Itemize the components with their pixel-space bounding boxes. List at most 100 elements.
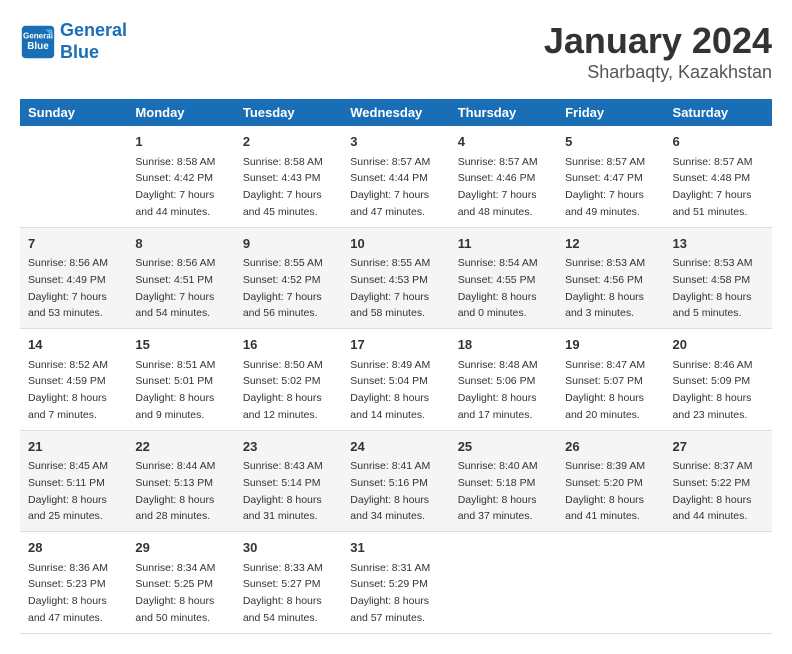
day-info: Sunrise: 8:53 AMSunset: 4:56 PMDaylight:… (565, 257, 645, 319)
table-row: 16 Sunrise: 8:50 AMSunset: 5:02 PMDaylig… (235, 329, 342, 431)
calendar-week-row: 1 Sunrise: 8:58 AMSunset: 4:42 PMDayligh… (20, 126, 772, 227)
day-info: Sunrise: 8:57 AMSunset: 4:47 PMDaylight:… (565, 156, 645, 218)
day-info: Sunrise: 8:50 AMSunset: 5:02 PMDaylight:… (243, 359, 323, 421)
day-number: 3 (350, 132, 441, 152)
calendar-week-row: 14 Sunrise: 8:52 AMSunset: 4:59 PMDaylig… (20, 329, 772, 431)
table-row: 21 Sunrise: 8:45 AMSunset: 5:11 PMDaylig… (20, 430, 127, 532)
day-info: Sunrise: 8:34 AMSunset: 5:25 PMDaylight:… (135, 562, 215, 624)
table-row: 30 Sunrise: 8:33 AMSunset: 5:27 PMDaylig… (235, 532, 342, 634)
day-number: 12 (565, 234, 656, 254)
day-number: 14 (28, 335, 119, 355)
day-number: 6 (673, 132, 764, 152)
day-number: 1 (135, 132, 226, 152)
day-number: 24 (350, 437, 441, 457)
page-header: General Blue General Blue January 2024 S… (20, 20, 772, 83)
day-number: 21 (28, 437, 119, 457)
day-info: Sunrise: 8:55 AMSunset: 4:52 PMDaylight:… (243, 257, 323, 319)
calendar-week-row: 28 Sunrise: 8:36 AMSunset: 5:23 PMDaylig… (20, 532, 772, 634)
day-info: Sunrise: 8:33 AMSunset: 5:27 PMDaylight:… (243, 562, 323, 624)
table-row (557, 532, 664, 634)
table-row: 9 Sunrise: 8:55 AMSunset: 4:52 PMDayligh… (235, 227, 342, 329)
day-number: 22 (135, 437, 226, 457)
table-row: 26 Sunrise: 8:39 AMSunset: 5:20 PMDaylig… (557, 430, 664, 532)
day-number: 23 (243, 437, 334, 457)
day-info: Sunrise: 8:51 AMSunset: 5:01 PMDaylight:… (135, 359, 215, 421)
day-info: Sunrise: 8:36 AMSunset: 5:23 PMDaylight:… (28, 562, 108, 624)
table-row: 13 Sunrise: 8:53 AMSunset: 4:58 PMDaylig… (665, 227, 772, 329)
day-number: 5 (565, 132, 656, 152)
table-row: 17 Sunrise: 8:49 AMSunset: 5:04 PMDaylig… (342, 329, 449, 431)
day-info: Sunrise: 8:46 AMSunset: 5:09 PMDaylight:… (673, 359, 753, 421)
col-sunday: Sunday (20, 99, 127, 126)
day-number: 18 (458, 335, 549, 355)
day-info: Sunrise: 8:56 AMSunset: 4:51 PMDaylight:… (135, 257, 215, 319)
col-monday: Monday (127, 99, 234, 126)
day-number: 25 (458, 437, 549, 457)
day-number: 8 (135, 234, 226, 254)
day-info: Sunrise: 8:56 AMSunset: 4:49 PMDaylight:… (28, 257, 108, 319)
title-block: January 2024 Sharbaqty, Kazakhstan (544, 20, 772, 83)
day-number: 9 (243, 234, 334, 254)
table-row: 25 Sunrise: 8:40 AMSunset: 5:18 PMDaylig… (450, 430, 557, 532)
month-title: January 2024 (544, 20, 772, 62)
day-info: Sunrise: 8:55 AMSunset: 4:53 PMDaylight:… (350, 257, 430, 319)
day-info: Sunrise: 8:58 AMSunset: 4:43 PMDaylight:… (243, 156, 323, 218)
table-row (20, 126, 127, 227)
logo: General Blue General Blue (20, 20, 127, 63)
day-info: Sunrise: 8:57 AMSunset: 4:46 PMDaylight:… (458, 156, 538, 218)
table-row: 31 Sunrise: 8:31 AMSunset: 5:29 PMDaylig… (342, 532, 449, 634)
table-row: 6 Sunrise: 8:57 AMSunset: 4:48 PMDayligh… (665, 126, 772, 227)
day-info: Sunrise: 8:53 AMSunset: 4:58 PMDaylight:… (673, 257, 753, 319)
table-row: 23 Sunrise: 8:43 AMSunset: 5:14 PMDaylig… (235, 430, 342, 532)
svg-text:General: General (23, 31, 53, 40)
calendar-table: Sunday Monday Tuesday Wednesday Thursday… (20, 99, 772, 634)
day-number: 31 (350, 538, 441, 558)
table-row: 4 Sunrise: 8:57 AMSunset: 4:46 PMDayligh… (450, 126, 557, 227)
table-row: 28 Sunrise: 8:36 AMSunset: 5:23 PMDaylig… (20, 532, 127, 634)
table-row: 10 Sunrise: 8:55 AMSunset: 4:53 PMDaylig… (342, 227, 449, 329)
day-number: 15 (135, 335, 226, 355)
day-info: Sunrise: 8:45 AMSunset: 5:11 PMDaylight:… (28, 460, 108, 522)
day-info: Sunrise: 8:40 AMSunset: 5:18 PMDaylight:… (458, 460, 538, 522)
table-row: 12 Sunrise: 8:53 AMSunset: 4:56 PMDaylig… (557, 227, 664, 329)
day-number: 16 (243, 335, 334, 355)
col-tuesday: Tuesday (235, 99, 342, 126)
table-row: 2 Sunrise: 8:58 AMSunset: 4:43 PMDayligh… (235, 126, 342, 227)
day-info: Sunrise: 8:52 AMSunset: 4:59 PMDaylight:… (28, 359, 108, 421)
day-number: 2 (243, 132, 334, 152)
table-row: 20 Sunrise: 8:46 AMSunset: 5:09 PMDaylig… (665, 329, 772, 431)
day-info: Sunrise: 8:57 AMSunset: 4:48 PMDaylight:… (673, 156, 753, 218)
day-info: Sunrise: 8:37 AMSunset: 5:22 PMDaylight:… (673, 460, 753, 522)
day-number: 4 (458, 132, 549, 152)
table-row: 1 Sunrise: 8:58 AMSunset: 4:42 PMDayligh… (127, 126, 234, 227)
table-row: 19 Sunrise: 8:47 AMSunset: 5:07 PMDaylig… (557, 329, 664, 431)
day-info: Sunrise: 8:48 AMSunset: 5:06 PMDaylight:… (458, 359, 538, 421)
day-info: Sunrise: 8:41 AMSunset: 5:16 PMDaylight:… (350, 460, 430, 522)
day-info: Sunrise: 8:44 AMSunset: 5:13 PMDaylight:… (135, 460, 215, 522)
day-number: 7 (28, 234, 119, 254)
table-row: 18 Sunrise: 8:48 AMSunset: 5:06 PMDaylig… (450, 329, 557, 431)
calendar-week-row: 21 Sunrise: 8:45 AMSunset: 5:11 PMDaylig… (20, 430, 772, 532)
day-info: Sunrise: 8:31 AMSunset: 5:29 PMDaylight:… (350, 562, 430, 624)
day-info: Sunrise: 8:47 AMSunset: 5:07 PMDaylight:… (565, 359, 645, 421)
day-info: Sunrise: 8:43 AMSunset: 5:14 PMDaylight:… (243, 460, 323, 522)
day-number: 20 (673, 335, 764, 355)
col-saturday: Saturday (665, 99, 772, 126)
day-number: 13 (673, 234, 764, 254)
day-number: 11 (458, 234, 549, 254)
table-row: 24 Sunrise: 8:41 AMSunset: 5:16 PMDaylig… (342, 430, 449, 532)
day-number: 10 (350, 234, 441, 254)
table-row: 7 Sunrise: 8:56 AMSunset: 4:49 PMDayligh… (20, 227, 127, 329)
day-number: 29 (135, 538, 226, 558)
day-info: Sunrise: 8:54 AMSunset: 4:55 PMDaylight:… (458, 257, 538, 319)
table-row: 29 Sunrise: 8:34 AMSunset: 5:25 PMDaylig… (127, 532, 234, 634)
location-title: Sharbaqty, Kazakhstan (544, 62, 772, 83)
table-row: 8 Sunrise: 8:56 AMSunset: 4:51 PMDayligh… (127, 227, 234, 329)
col-thursday: Thursday (450, 99, 557, 126)
day-number: 27 (673, 437, 764, 457)
logo-icon: General Blue (20, 24, 56, 60)
day-number: 28 (28, 538, 119, 558)
day-info: Sunrise: 8:57 AMSunset: 4:44 PMDaylight:… (350, 156, 430, 218)
table-row (665, 532, 772, 634)
svg-text:Blue: Blue (27, 41, 49, 52)
